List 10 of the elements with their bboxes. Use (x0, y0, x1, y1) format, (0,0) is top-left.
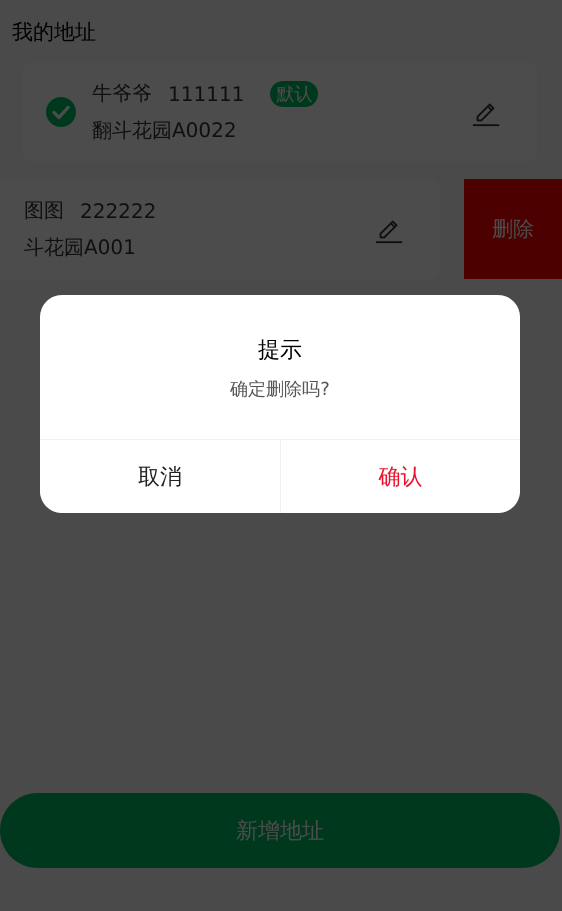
dialog-message: 确定删除吗? (230, 378, 330, 401)
phone-number: 111111 (168, 82, 244, 106)
address-text: 翻斗花园A0022 (92, 117, 238, 144)
phone-number: 222222 (80, 198, 156, 222)
contact-name: 牛爷爷 (92, 80, 152, 107)
dialog-title: 提示 (258, 337, 302, 365)
contact-name: 图图 (24, 197, 64, 224)
page-title: 我的地址 (11, 19, 97, 46)
cancel-button[interactable]: 取消 (40, 440, 280, 513)
address-text: 斗花园A001 (24, 234, 137, 261)
